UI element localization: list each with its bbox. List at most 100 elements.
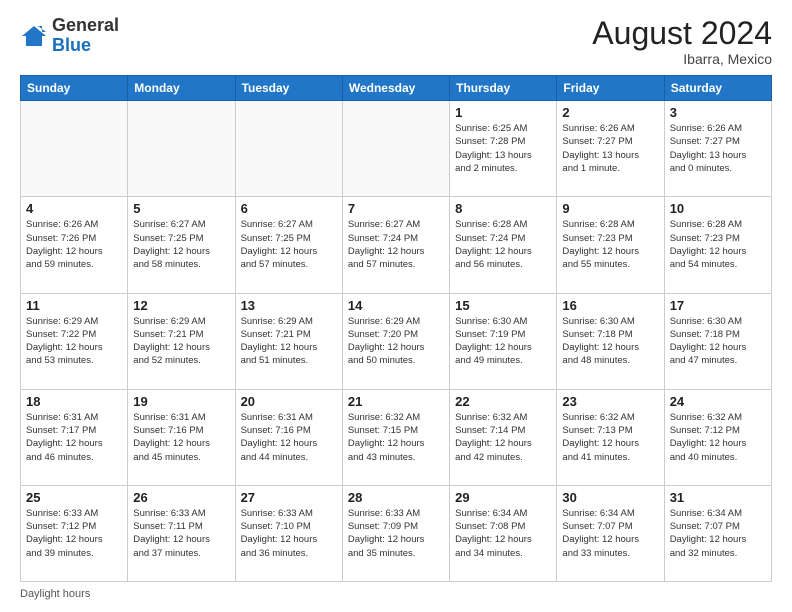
day-number: 11 (26, 298, 122, 313)
day-number: 17 (670, 298, 766, 313)
day-number: 5 (133, 201, 229, 216)
day-number: 27 (241, 490, 337, 505)
day-number: 18 (26, 394, 122, 409)
day-info: Sunrise: 6:31 AM Sunset: 7:16 PM Dayligh… (133, 411, 229, 464)
footer: Daylight hours (20, 588, 772, 600)
day-info: Sunrise: 6:34 AM Sunset: 7:07 PM Dayligh… (562, 507, 658, 560)
col-sunday: Sunday (21, 76, 128, 101)
table-row: 11Sunrise: 6:29 AM Sunset: 7:22 PM Dayli… (21, 293, 128, 389)
table-row: 13Sunrise: 6:29 AM Sunset: 7:21 PM Dayli… (235, 293, 342, 389)
col-friday: Friday (557, 76, 664, 101)
calendar-week-row: 25Sunrise: 6:33 AM Sunset: 7:12 PM Dayli… (21, 485, 772, 581)
col-saturday: Saturday (664, 76, 771, 101)
day-info: Sunrise: 6:34 AM Sunset: 7:07 PM Dayligh… (670, 507, 766, 560)
day-number: 1 (455, 105, 551, 120)
day-info: Sunrise: 6:30 AM Sunset: 7:18 PM Dayligh… (562, 315, 658, 368)
day-number: 13 (241, 298, 337, 313)
day-info: Sunrise: 6:33 AM Sunset: 7:12 PM Dayligh… (26, 507, 122, 560)
table-row (342, 101, 449, 197)
table-row: 10 Sunrise: 6:28 AM Sunset: 7:23 PM Dayli… (664, 197, 771, 293)
day-number: 19 (133, 394, 229, 409)
day-number: 6 (241, 201, 337, 216)
table-row: 29 Sunrise: 6:34 AM Sunset: 7:08 PM Dayli… (450, 485, 557, 581)
day-number: 10 (670, 201, 766, 216)
day-number: 24 (670, 394, 766, 409)
day-info: Sunrise: 6:26 AM Sunset: 7:27 PM Dayligh… (670, 122, 766, 175)
table-row: 25Sunrise: 6:33 AM Sunset: 7:12 PM Dayli… (21, 485, 128, 581)
day-info: Sunrise: 6:31 AM Sunset: 7:16 PM Dayligh… (241, 411, 337, 464)
day-info: Sunrise: 6:33 AM Sunset: 7:10 PM Dayligh… (241, 507, 337, 560)
logo-blue-text: Blue (52, 35, 91, 55)
day-info: Sunrise: 6:27 AM Sunset: 7:25 PM Dayligh… (133, 218, 229, 271)
table-row: 14 Sunrise: 6:29 AM Sunset: 7:20 PM Dayli… (342, 293, 449, 389)
day-number: 23 (562, 394, 658, 409)
day-number: 22 (455, 394, 551, 409)
day-info: Sunrise: 6:32 AM Sunset: 7:12 PM Dayligh… (670, 411, 766, 464)
day-number: 7 (348, 201, 444, 216)
page: General Blue August 2024 Ibarra, Mexico … (0, 0, 792, 612)
col-wednesday: Wednesday (342, 76, 449, 101)
table-row: 23 Sunrise: 6:32 AM Sunset: 7:13 PM Dayli… (557, 389, 664, 485)
table-row: 9 Sunrise: 6:28 AM Sunset: 7:23 PM Daylig… (557, 197, 664, 293)
calendar-week-row: 18Sunrise: 6:31 AM Sunset: 7:17 PM Dayli… (21, 389, 772, 485)
table-row: 20 Sunrise: 6:31 AM Sunset: 7:16 PM Dayli… (235, 389, 342, 485)
day-number: 9 (562, 201, 658, 216)
table-row: 19 Sunrise: 6:31 AM Sunset: 7:16 PM Dayli… (128, 389, 235, 485)
day-number: 4 (26, 201, 122, 216)
location: Ibarra, Mexico (592, 51, 772, 67)
table-row (21, 101, 128, 197)
title-block: August 2024 Ibarra, Mexico (592, 16, 772, 67)
table-row: 22Sunrise: 6:32 AM Sunset: 7:14 PM Dayli… (450, 389, 557, 485)
table-row: 27 Sunrise: 6:33 AM Sunset: 7:10 PM Dayli… (235, 485, 342, 581)
calendar-week-row: 1 Sunrise: 6:25 AM Sunset: 7:28 PM Daylig… (21, 101, 772, 197)
col-tuesday: Tuesday (235, 76, 342, 101)
table-row: 6 Sunrise: 6:27 AM Sunset: 7:25 PM Daylig… (235, 197, 342, 293)
month-year: August 2024 (592, 16, 772, 51)
day-number: 29 (455, 490, 551, 505)
day-number: 16 (562, 298, 658, 313)
day-info: Sunrise: 6:33 AM Sunset: 7:09 PM Dayligh… (348, 507, 444, 560)
day-info: Sunrise: 6:34 AM Sunset: 7:08 PM Dayligh… (455, 507, 551, 560)
table-row: 1 Sunrise: 6:25 AM Sunset: 7:28 PM Daylig… (450, 101, 557, 197)
header: General Blue August 2024 Ibarra, Mexico (20, 16, 772, 67)
calendar-table: Sunday Monday Tuesday Wednesday Thursday… (20, 75, 772, 582)
day-number: 2 (562, 105, 658, 120)
table-row: 7 Sunrise: 6:27 AM Sunset: 7:24 PM Daylig… (342, 197, 449, 293)
table-row (128, 101, 235, 197)
day-number: 12 (133, 298, 229, 313)
table-row: 2Sunrise: 6:26 AM Sunset: 7:27 PM Daylig… (557, 101, 664, 197)
table-row: 3Sunrise: 6:26 AM Sunset: 7:27 PM Daylig… (664, 101, 771, 197)
day-info: Sunrise: 6:29 AM Sunset: 7:21 PM Dayligh… (133, 315, 229, 368)
col-thursday: Thursday (450, 76, 557, 101)
table-row: 30Sunrise: 6:34 AM Sunset: 7:07 PM Dayli… (557, 485, 664, 581)
table-row: 31 Sunrise: 6:34 AM Sunset: 7:07 PM Dayli… (664, 485, 771, 581)
daylight-label: Daylight hours (20, 588, 90, 600)
day-info: Sunrise: 6:30 AM Sunset: 7:19 PM Dayligh… (455, 315, 551, 368)
table-row: 15Sunrise: 6:30 AM Sunset: 7:19 PM Dayli… (450, 293, 557, 389)
col-monday: Monday (128, 76, 235, 101)
day-info: Sunrise: 6:28 AM Sunset: 7:23 PM Dayligh… (670, 218, 766, 271)
day-number: 31 (670, 490, 766, 505)
day-info: Sunrise: 6:28 AM Sunset: 7:23 PM Dayligh… (562, 218, 658, 271)
table-row: 16 Sunrise: 6:30 AM Sunset: 7:18 PM Dayli… (557, 293, 664, 389)
table-row: 26Sunrise: 6:33 AM Sunset: 7:11 PM Dayli… (128, 485, 235, 581)
logo: General Blue (20, 16, 119, 56)
table-row: 5 Sunrise: 6:27 AM Sunset: 7:25 PM Daylig… (128, 197, 235, 293)
day-info: Sunrise: 6:32 AM Sunset: 7:13 PM Dayligh… (562, 411, 658, 464)
day-number: 20 (241, 394, 337, 409)
table-row: 12 Sunrise: 6:29 AM Sunset: 7:21 PM Dayli… (128, 293, 235, 389)
day-info: Sunrise: 6:25 AM Sunset: 7:28 PM Dayligh… (455, 122, 551, 175)
table-row (235, 101, 342, 197)
day-info: Sunrise: 6:29 AM Sunset: 7:20 PM Dayligh… (348, 315, 444, 368)
day-info: Sunrise: 6:26 AM Sunset: 7:26 PM Dayligh… (26, 218, 122, 271)
calendar-header-row: Sunday Monday Tuesday Wednesday Thursday… (21, 76, 772, 101)
table-row: 17Sunrise: 6:30 AM Sunset: 7:18 PM Dayli… (664, 293, 771, 389)
day-number: 14 (348, 298, 444, 313)
logo-icon (20, 22, 48, 50)
day-info: Sunrise: 6:27 AM Sunset: 7:24 PM Dayligh… (348, 218, 444, 271)
day-info: Sunrise: 6:27 AM Sunset: 7:25 PM Dayligh… (241, 218, 337, 271)
day-info: Sunrise: 6:33 AM Sunset: 7:11 PM Dayligh… (133, 507, 229, 560)
table-row: 24 Sunrise: 6:32 AM Sunset: 7:12 PM Dayli… (664, 389, 771, 485)
table-row: 18Sunrise: 6:31 AM Sunset: 7:17 PM Dayli… (21, 389, 128, 485)
table-row: 8Sunrise: 6:28 AM Sunset: 7:24 PM Daylig… (450, 197, 557, 293)
